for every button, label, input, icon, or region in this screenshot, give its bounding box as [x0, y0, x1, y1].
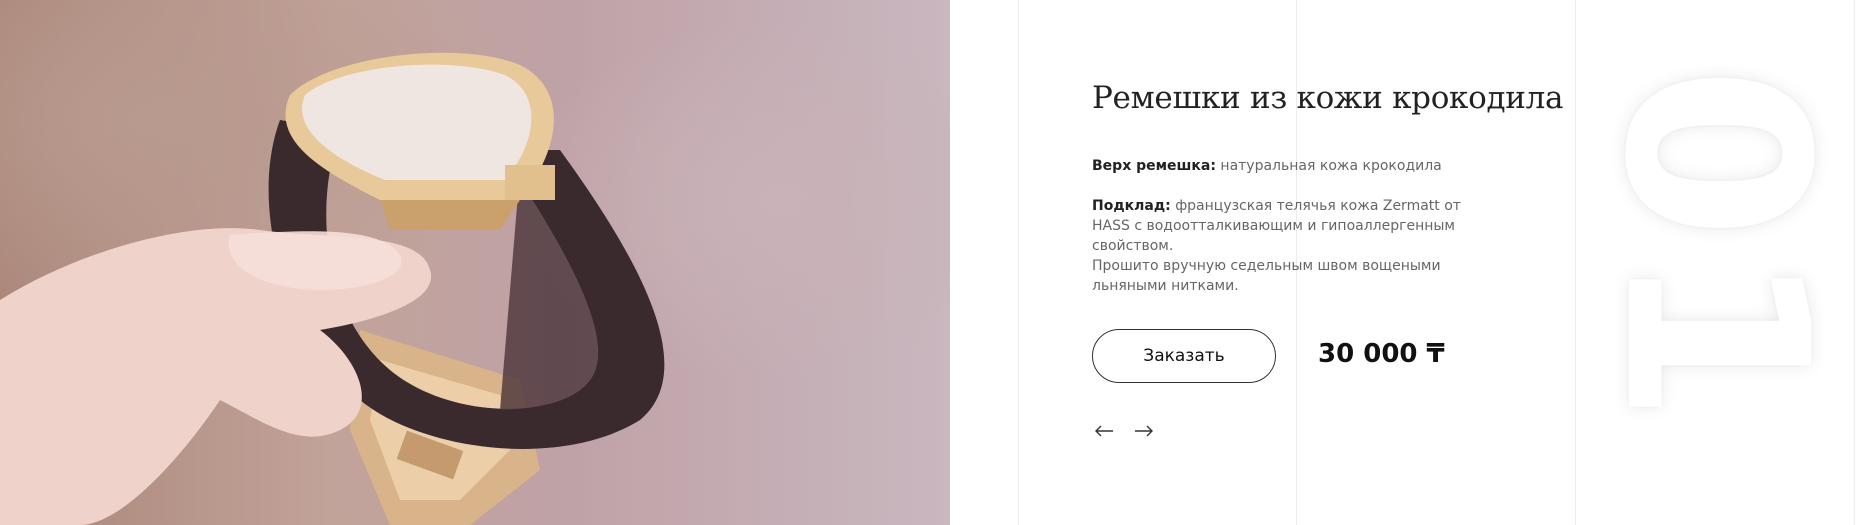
arrow-right-icon — [1135, 425, 1153, 437]
spec-top-text: натуральная кожа крокодила — [1220, 158, 1442, 174]
spec-lining: Подклад: французская телячья кожа Zermat… — [1092, 196, 1482, 256]
slide-number: 01 — [1570, 66, 1861, 434]
arrow-left-icon — [1095, 425, 1113, 437]
slide-number-text: 01 — [1570, 66, 1861, 434]
watch-strap-illustration — [0, 52, 665, 525]
spec-top-label: Верх ремешка: — [1092, 158, 1216, 174]
next-slide-button[interactable] — [1132, 419, 1156, 443]
product-title: Ремешки из кожи крокодила — [1092, 80, 1564, 116]
guide-line — [1018, 0, 1019, 525]
prev-slide-button[interactable] — [1092, 419, 1116, 443]
stitching-note: Прошито вручную седельным швом вощеными … — [1092, 258, 1441, 294]
spec-top: Верх ремешка: натуральная кожа крокодила — [1092, 156, 1482, 176]
spec-lining-label: Подклад: — [1092, 198, 1171, 214]
order-button[interactable]: Заказать — [1092, 329, 1276, 383]
product-photo — [0, 0, 950, 525]
price: 30 000 ₸ — [1318, 339, 1445, 369]
